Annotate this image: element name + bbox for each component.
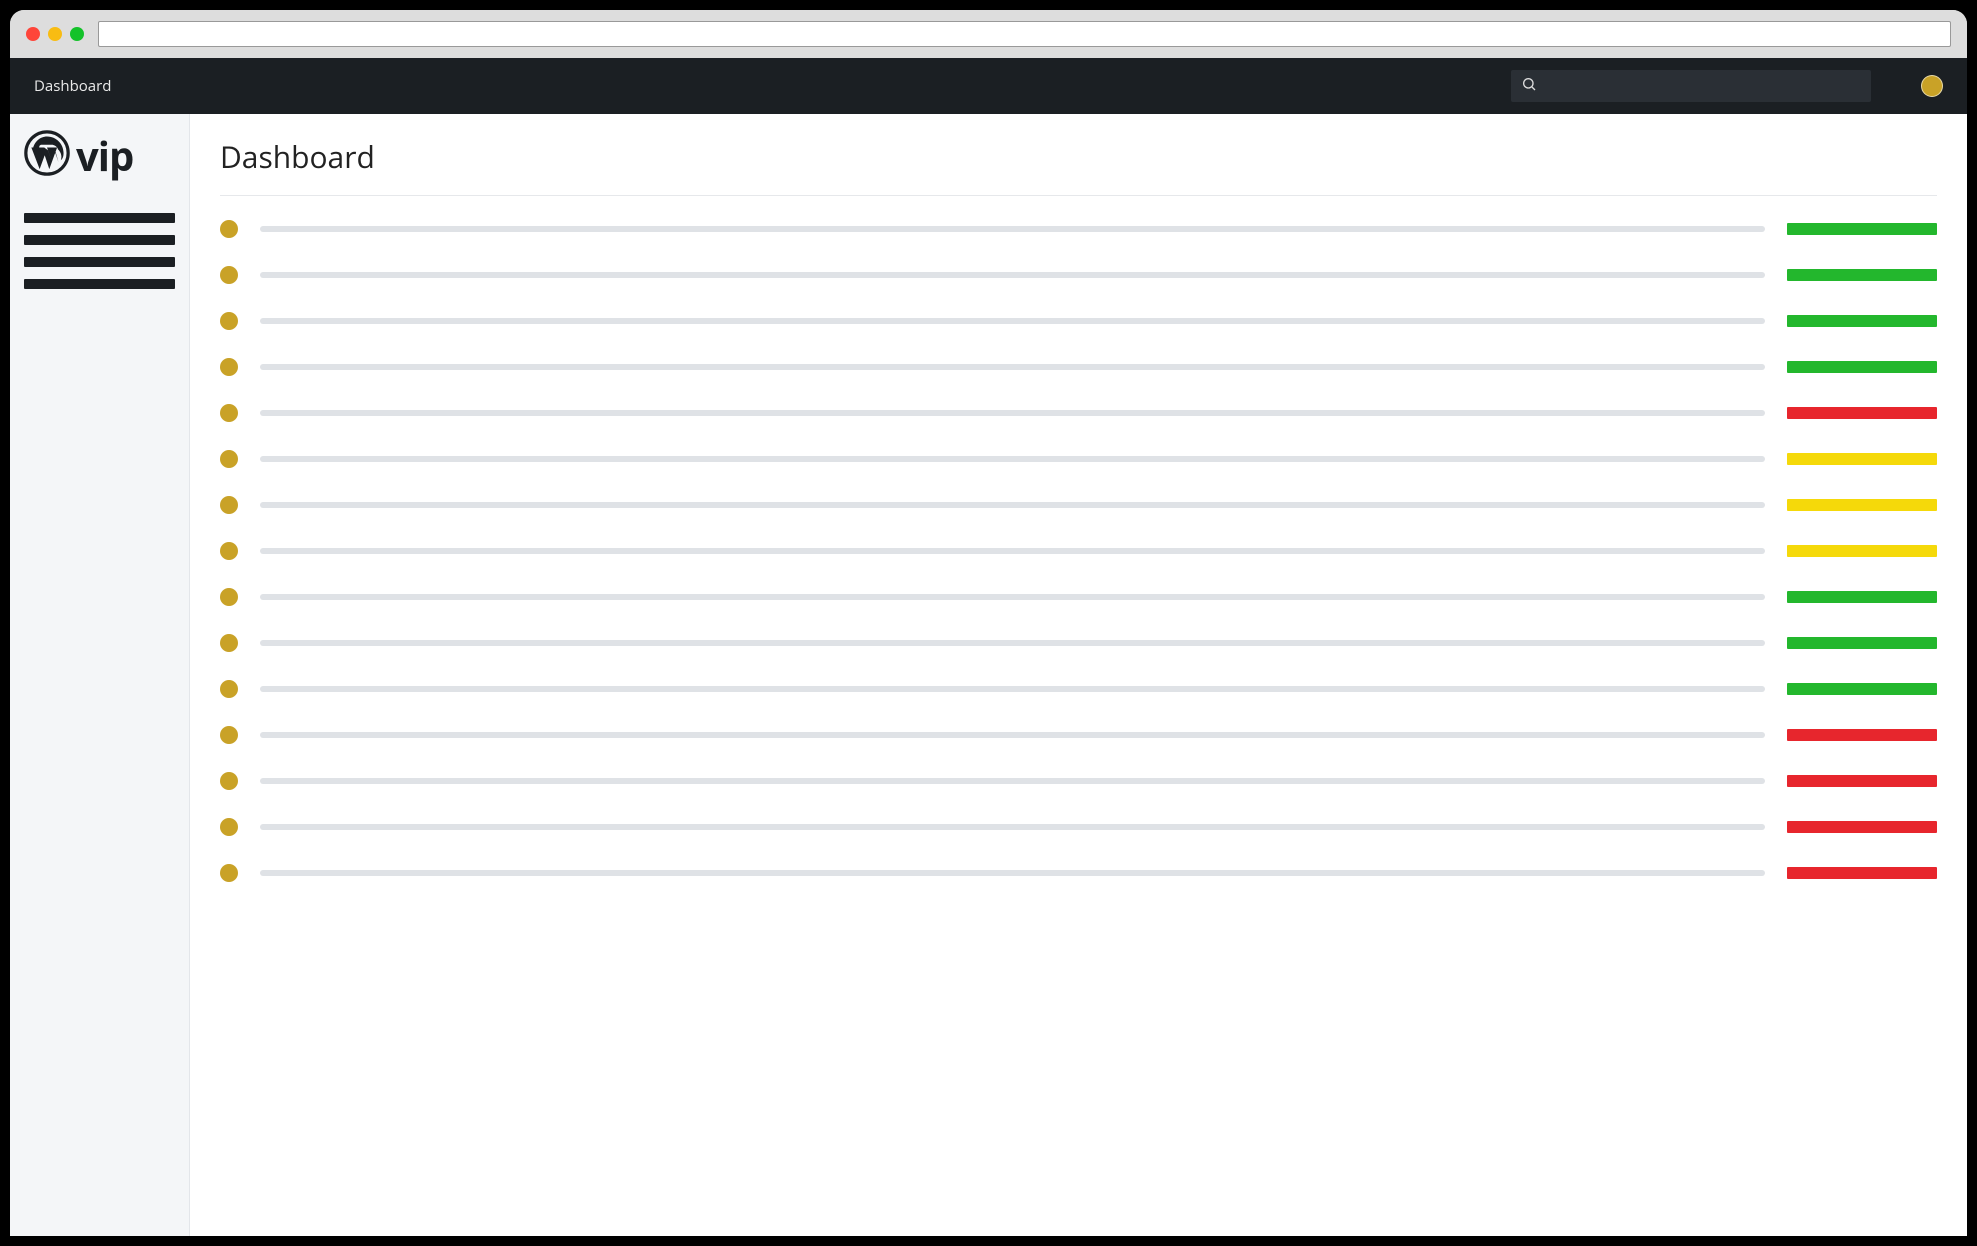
minimize-dot[interactable]: [48, 27, 62, 41]
status-badge: [1787, 821, 1937, 833]
window-controls: [26, 27, 84, 41]
item-bullet-icon: [220, 634, 238, 652]
sidebar-item[interactable]: [24, 279, 175, 289]
status-badge: [1787, 453, 1937, 465]
search-box[interactable]: [1511, 70, 1871, 102]
item-bullet-icon: [220, 496, 238, 514]
list-item[interactable]: [220, 404, 1937, 422]
list-item[interactable]: [220, 266, 1937, 284]
item-bullet-icon: [220, 726, 238, 744]
item-title-placeholder: [260, 778, 1765, 784]
sidebar-item[interactable]: [24, 257, 175, 267]
browser-window: Dashboard vip: [10, 10, 1967, 1236]
wordpress-icon: [24, 130, 70, 181]
close-dot[interactable]: [26, 27, 40, 41]
zoom-dot[interactable]: [70, 27, 84, 41]
list-item[interactable]: [220, 496, 1937, 514]
item-list: [220, 220, 1937, 882]
list-item[interactable]: [220, 818, 1937, 836]
item-bullet-icon: [220, 404, 238, 422]
status-badge: [1787, 269, 1937, 281]
status-badge: [1787, 867, 1937, 879]
item-title-placeholder: [260, 226, 1765, 232]
list-item[interactable]: [220, 772, 1937, 790]
list-item[interactable]: [220, 680, 1937, 698]
sidebar-menu: [24, 213, 175, 289]
item-bullet-icon: [220, 266, 238, 284]
sidebar-item[interactable]: [24, 213, 175, 223]
list-item[interactable]: [220, 450, 1937, 468]
sidebar: vip: [10, 114, 190, 1236]
item-title-placeholder: [260, 502, 1765, 508]
item-bullet-icon: [220, 864, 238, 882]
logo-text: vip: [76, 128, 133, 183]
address-bar[interactable]: [98, 21, 1951, 47]
list-item[interactable]: [220, 542, 1937, 560]
search-icon: [1521, 75, 1537, 97]
item-bullet-icon: [220, 818, 238, 836]
status-badge: [1787, 499, 1937, 511]
item-bullet-icon: [220, 220, 238, 238]
item-bullet-icon: [220, 358, 238, 376]
page-title: Dashboard: [220, 136, 1937, 196]
item-title-placeholder: [260, 548, 1765, 554]
item-title-placeholder: [260, 594, 1765, 600]
list-item[interactable]: [220, 312, 1937, 330]
item-bullet-icon: [220, 680, 238, 698]
status-badge: [1787, 683, 1937, 695]
list-item[interactable]: [220, 588, 1937, 606]
breadcrumb[interactable]: Dashboard: [34, 76, 111, 96]
list-item[interactable]: [220, 726, 1937, 744]
item-bullet-icon: [220, 588, 238, 606]
item-title-placeholder: [260, 824, 1765, 830]
item-title-placeholder: [260, 364, 1765, 370]
search-input[interactable]: [1545, 78, 1861, 94]
status-badge: [1787, 591, 1937, 603]
item-title-placeholder: [260, 640, 1765, 646]
item-title-placeholder: [260, 410, 1765, 416]
list-item[interactable]: [220, 358, 1937, 376]
item-title-placeholder: [260, 870, 1765, 876]
item-bullet-icon: [220, 772, 238, 790]
browser-chrome: [10, 10, 1967, 58]
list-item[interactable]: [220, 220, 1937, 238]
top-bar: Dashboard: [10, 58, 1967, 114]
status-badge: [1787, 223, 1937, 235]
item-title-placeholder: [260, 456, 1765, 462]
list-item[interactable]: [220, 634, 1937, 652]
list-item[interactable]: [220, 864, 1937, 882]
item-title-placeholder: [260, 732, 1765, 738]
item-title-placeholder: [260, 272, 1765, 278]
logo[interactable]: vip: [24, 128, 175, 183]
item-bullet-icon: [220, 542, 238, 560]
status-badge: [1787, 315, 1937, 327]
item-bullet-icon: [220, 312, 238, 330]
main-content: Dashboard: [190, 114, 1967, 1236]
status-badge: [1787, 361, 1937, 373]
status-badge: [1787, 729, 1937, 741]
sidebar-item[interactable]: [24, 235, 175, 245]
app-body: vip Dashboard: [10, 114, 1967, 1236]
status-badge: [1787, 407, 1937, 419]
status-badge: [1787, 637, 1937, 649]
status-badge: [1787, 775, 1937, 787]
status-badge: [1787, 545, 1937, 557]
item-title-placeholder: [260, 318, 1765, 324]
item-title-placeholder: [260, 686, 1765, 692]
item-bullet-icon: [220, 450, 238, 468]
avatar[interactable]: [1921, 75, 1943, 97]
